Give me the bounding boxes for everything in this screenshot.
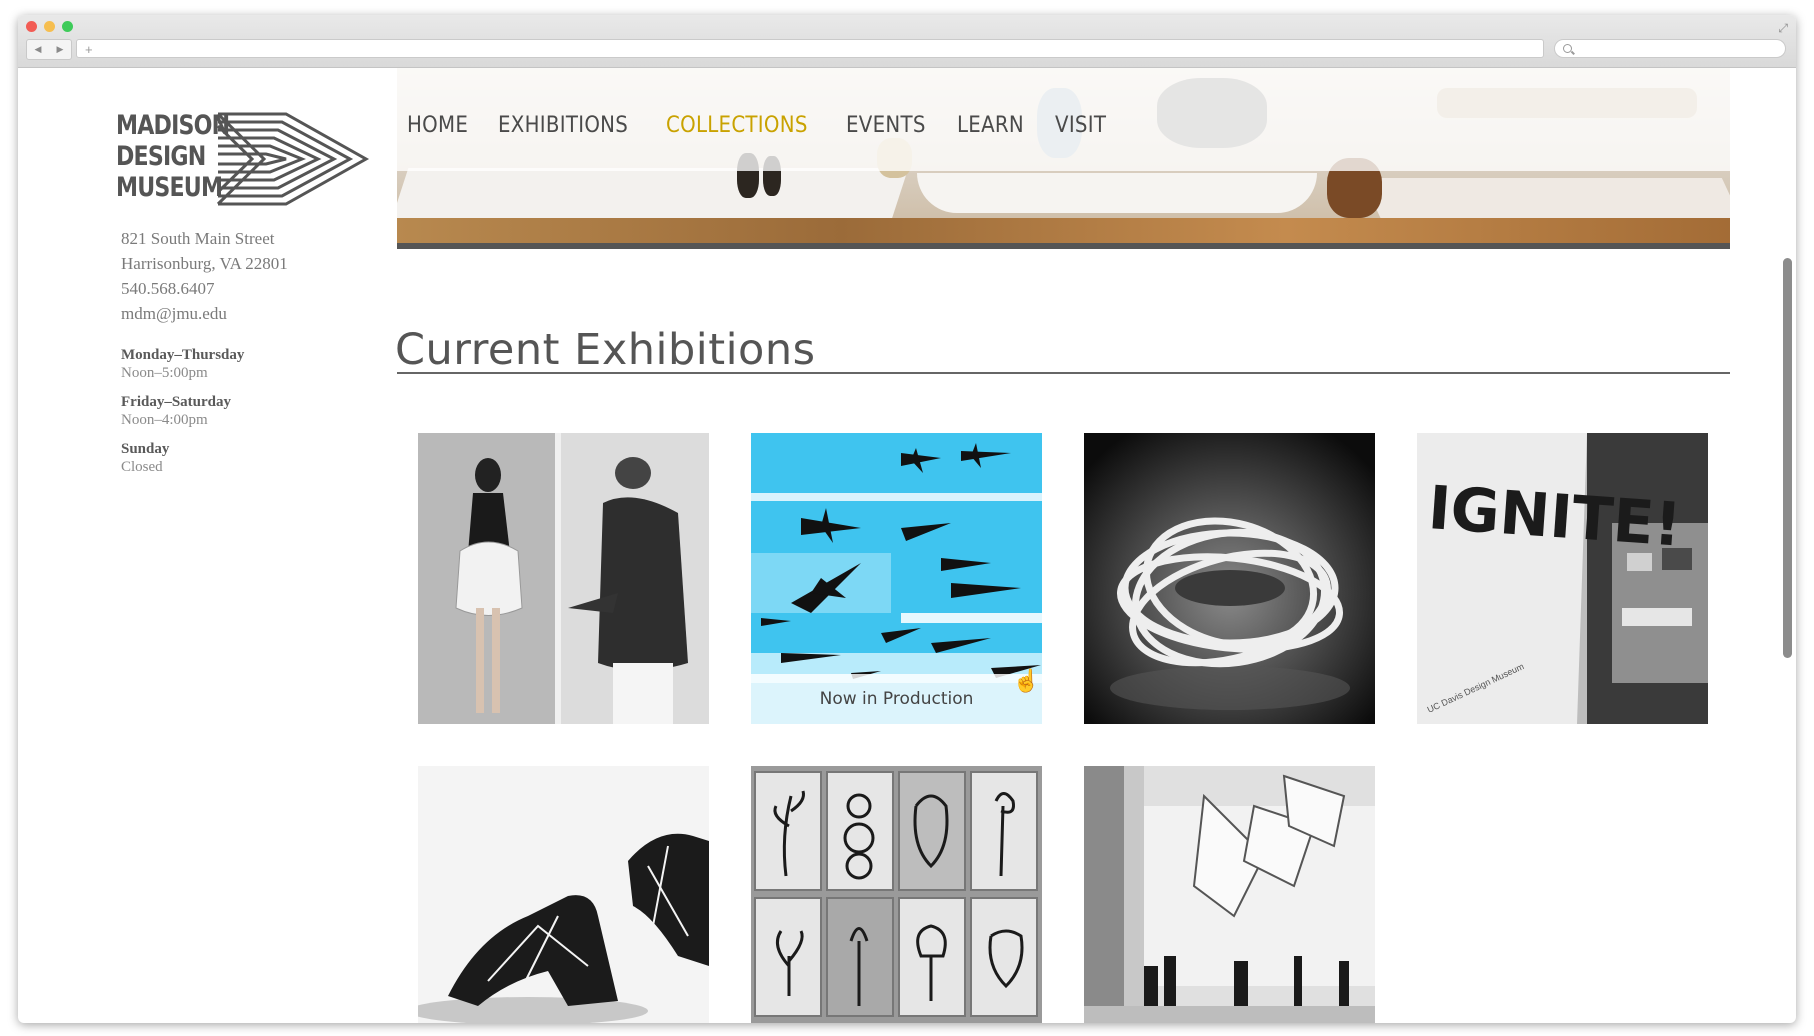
gallery-installation-image [1084, 766, 1375, 1023]
minimize-window-button[interactable] [44, 21, 55, 32]
phone-number[interactable]: 540.568.6407 [121, 276, 288, 301]
3d-printed-shoes-image [418, 766, 709, 1023]
tile-caption: Now in Production [751, 674, 1042, 724]
hours-day: Monday–Thursday [121, 347, 245, 363]
nav-exhibitions[interactable]: EXHIBITIONS [498, 113, 628, 138]
browser-search-field[interactable] [1554, 39, 1786, 58]
museum-logo[interactable]: MADISON DESIGN MUSEUM [116, 110, 376, 208]
hero-divider [397, 243, 1730, 249]
web-page: MADISON DESIGN MUSEUM 821 South Main Str… [18, 68, 1796, 1023]
main-navigation: HOME EXHIBITIONS COLLECTIONS EVENTS LEAR… [407, 113, 1112, 138]
fullscreen-icon[interactable]: ⤢ [1778, 21, 1788, 36]
opening-hours: Monday–Thursday Noon–5:00pm Friday–Satur… [121, 346, 244, 487]
zoom-window-button[interactable] [62, 21, 73, 32]
ribbon-chair-image [1084, 433, 1375, 724]
hand-pointer-icon: ☝ [1012, 668, 1040, 693]
address-line: 821 South Main Street [121, 229, 275, 248]
hours-time: Closed [121, 459, 163, 475]
vegetable-drawings-image [751, 766, 1042, 1023]
exhibition-tile[interactable]: IGNITE! UC Davis Design Museum [1417, 433, 1708, 724]
ignite-exhibit-image: IGNITE! UC Davis Design Museum [1417, 433, 1708, 724]
history-buttons: ◀ ▶ [26, 39, 72, 60]
browser-chrome: ◀ ▶ + ⤢ [18, 15, 1796, 68]
logo-wordmark: MADISON DESIGN MUSEUM [116, 110, 230, 203]
back-icon[interactable]: ◀ [35, 44, 42, 55]
nav-visit[interactable]: VISIT [1055, 113, 1106, 138]
browser-window: ◀ ▶ + ⤢ MADISON DESIGN MUSEUM 821 South … [18, 15, 1796, 1023]
hours-day: Friday–Saturday [121, 394, 232, 410]
new-tab-icon[interactable]: + [85, 42, 93, 57]
logo-line: MUSEUM [116, 172, 223, 203]
title-divider [397, 372, 1730, 374]
exhibition-tile[interactable] [418, 433, 709, 724]
fashion-photos-image [418, 433, 709, 724]
exhibition-tile[interactable] [1084, 766, 1375, 1023]
address-bar[interactable]: + [76, 39, 1544, 58]
exhibition-tile[interactable]: Now in Production ☝ [751, 433, 1042, 724]
hero-banner-image [397, 68, 1730, 243]
search-icon [1563, 44, 1572, 53]
nav-learn[interactable]: LEARN [957, 113, 1024, 138]
exhibition-tile[interactable] [1084, 433, 1375, 724]
hours-time: Noon–5:00pm [121, 365, 208, 381]
hours-day: Sunday [121, 441, 170, 457]
hours-time: Noon–4:00pm [121, 412, 208, 428]
nav-home[interactable]: HOME [407, 113, 468, 138]
logo-line: DESIGN [116, 141, 206, 172]
address-line: Harrisonburg, VA 22801 [121, 254, 288, 273]
exhibition-tile[interactable] [751, 766, 1042, 1023]
page-title: Current Exhibitions [395, 324, 816, 375]
exhibition-tile[interactable] [418, 766, 709, 1023]
nav-collections[interactable]: COLLECTIONS [666, 113, 808, 138]
forward-icon[interactable]: ▶ [57, 44, 64, 55]
contact-info: 821 South Main Street Harrisonburg, VA 2… [121, 226, 288, 326]
nav-events[interactable]: EVENTS [846, 113, 926, 138]
page-scrollbar[interactable] [1783, 258, 1792, 658]
logo-mark-icon [216, 112, 370, 206]
email-link[interactable]: mdm@jmu.edu [121, 301, 288, 326]
close-window-button[interactable] [26, 21, 37, 32]
logo-line: MADISON [116, 110, 230, 141]
